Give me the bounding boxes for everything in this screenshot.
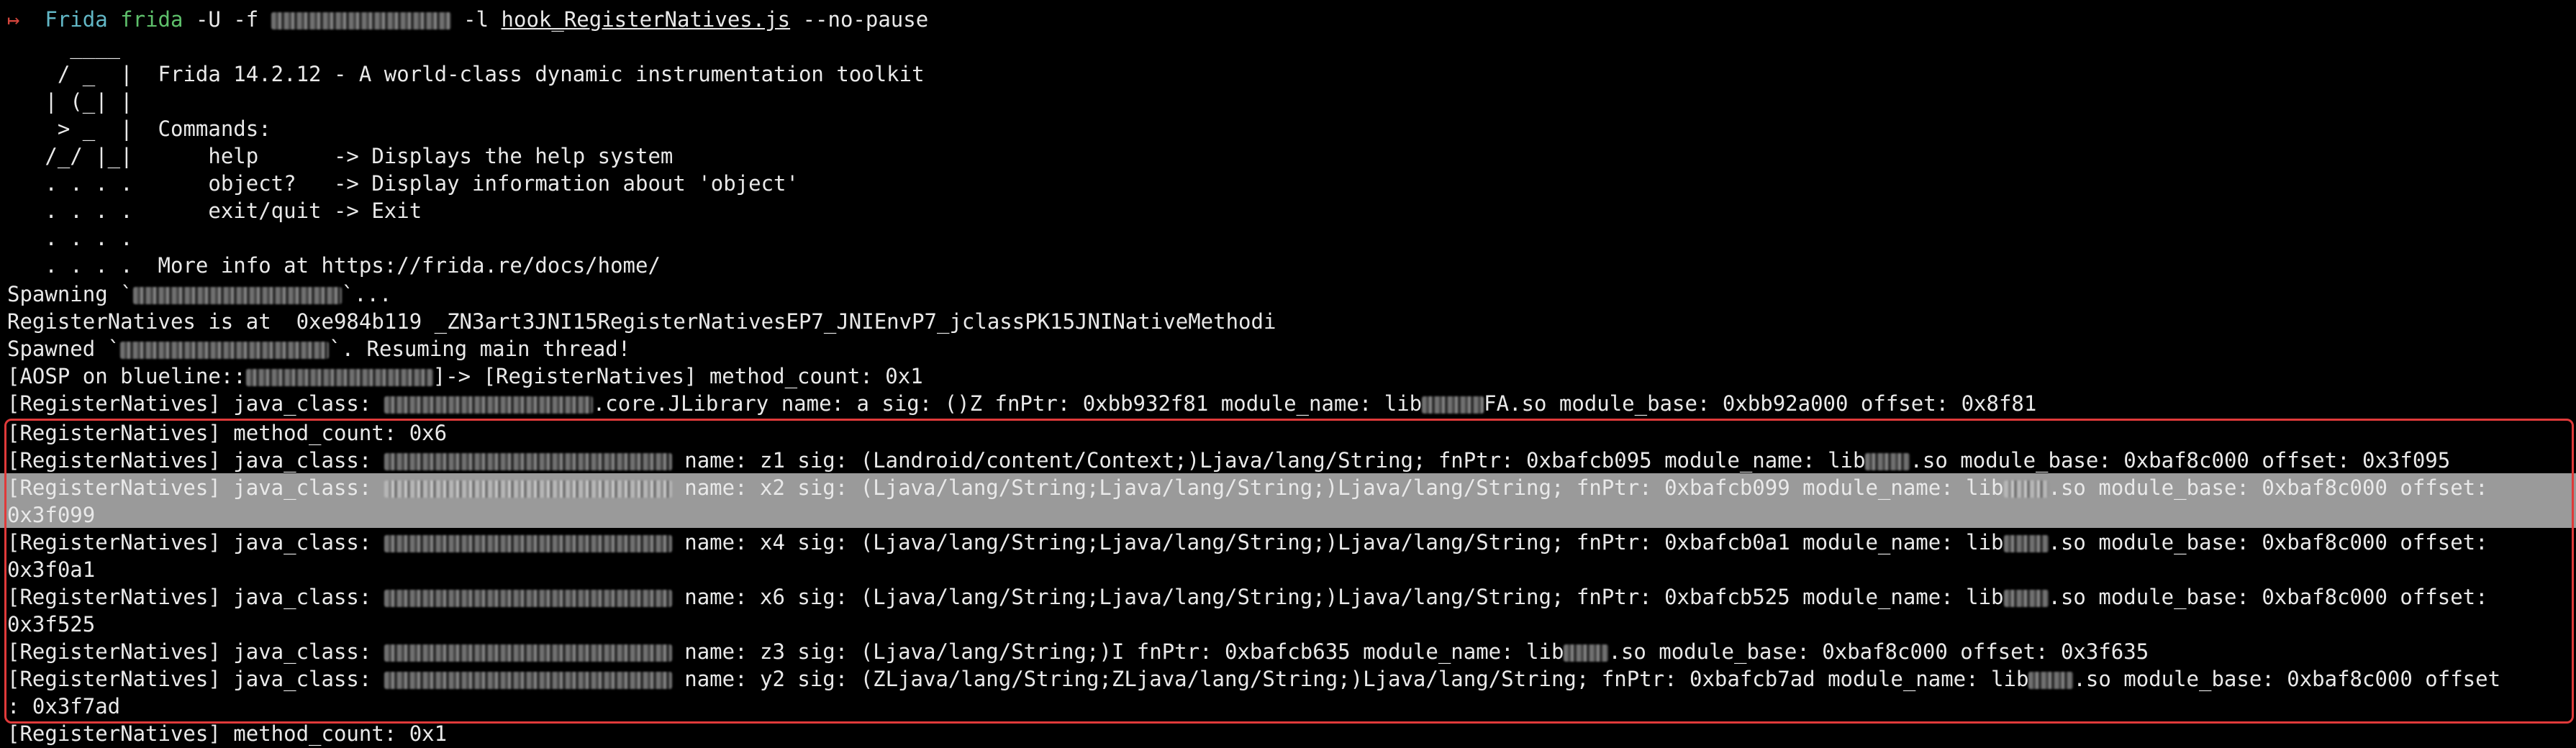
banner-line: . . . . [7, 226, 133, 250]
command-line: ↦ Frida frida -U -f -l hook_RegisterNati… [7, 6, 928, 33]
banner-line: . . . . object? -> Display information a… [7, 171, 799, 196]
highlight-box [4, 419, 2574, 724]
command-args-end: --no-pause [790, 7, 929, 32]
method-count-line: [RegisterNatives] method_count: 0x1 [7, 721, 448, 746]
banner-line: . . . . exit/quit -> Exit [7, 199, 422, 223]
terminal-window[interactable]: ↦ Frida frida -U -f -l hook_RegisterNati… [0, 0, 2576, 748]
banner-line: / _ | Frida 14.2.12 - A world-class dyna… [7, 62, 925, 86]
prompt-label: Frida [45, 7, 108, 32]
command-name: frida [120, 7, 183, 32]
prompt-arrow-icon: ↦ [7, 7, 20, 32]
redacted-class-name [384, 396, 593, 414]
aosp-prompt-line: [AOSP on blueline::]-> [RegisterNatives]… [7, 364, 923, 388]
banner-line: /_/ |_| help -> Displays the help system [7, 144, 674, 168]
script-file-link[interactable]: hook_RegisterNatives.js [502, 7, 791, 32]
banner-line: . . . . More info at https://frida.re/do… [7, 253, 661, 278]
redacted-package-name [271, 12, 451, 29]
redacted-package-name [132, 287, 342, 304]
spawning-line: Spawning ` `... [7, 282, 392, 306]
banner-line: > _ | Commands: [7, 117, 271, 141]
redacted-lib-name [1422, 396, 1484, 414]
command-args: -U -f [183, 7, 271, 32]
banner-line: | (_| | [7, 89, 133, 114]
redacted-package-name [245, 369, 433, 386]
register-natives-address-line: RegisterNatives is at 0xe984b119 _ZN3art… [7, 309, 1276, 334]
banner-line: ____ [7, 35, 121, 59]
spawned-line: Spawned ` `. Resuming main thread! [7, 337, 631, 361]
first-native-line: [RegisterNatives] java_class: .core.JLib… [7, 391, 2037, 416]
command-args-mid: -l [450, 7, 502, 32]
redacted-package-name [120, 342, 330, 359]
